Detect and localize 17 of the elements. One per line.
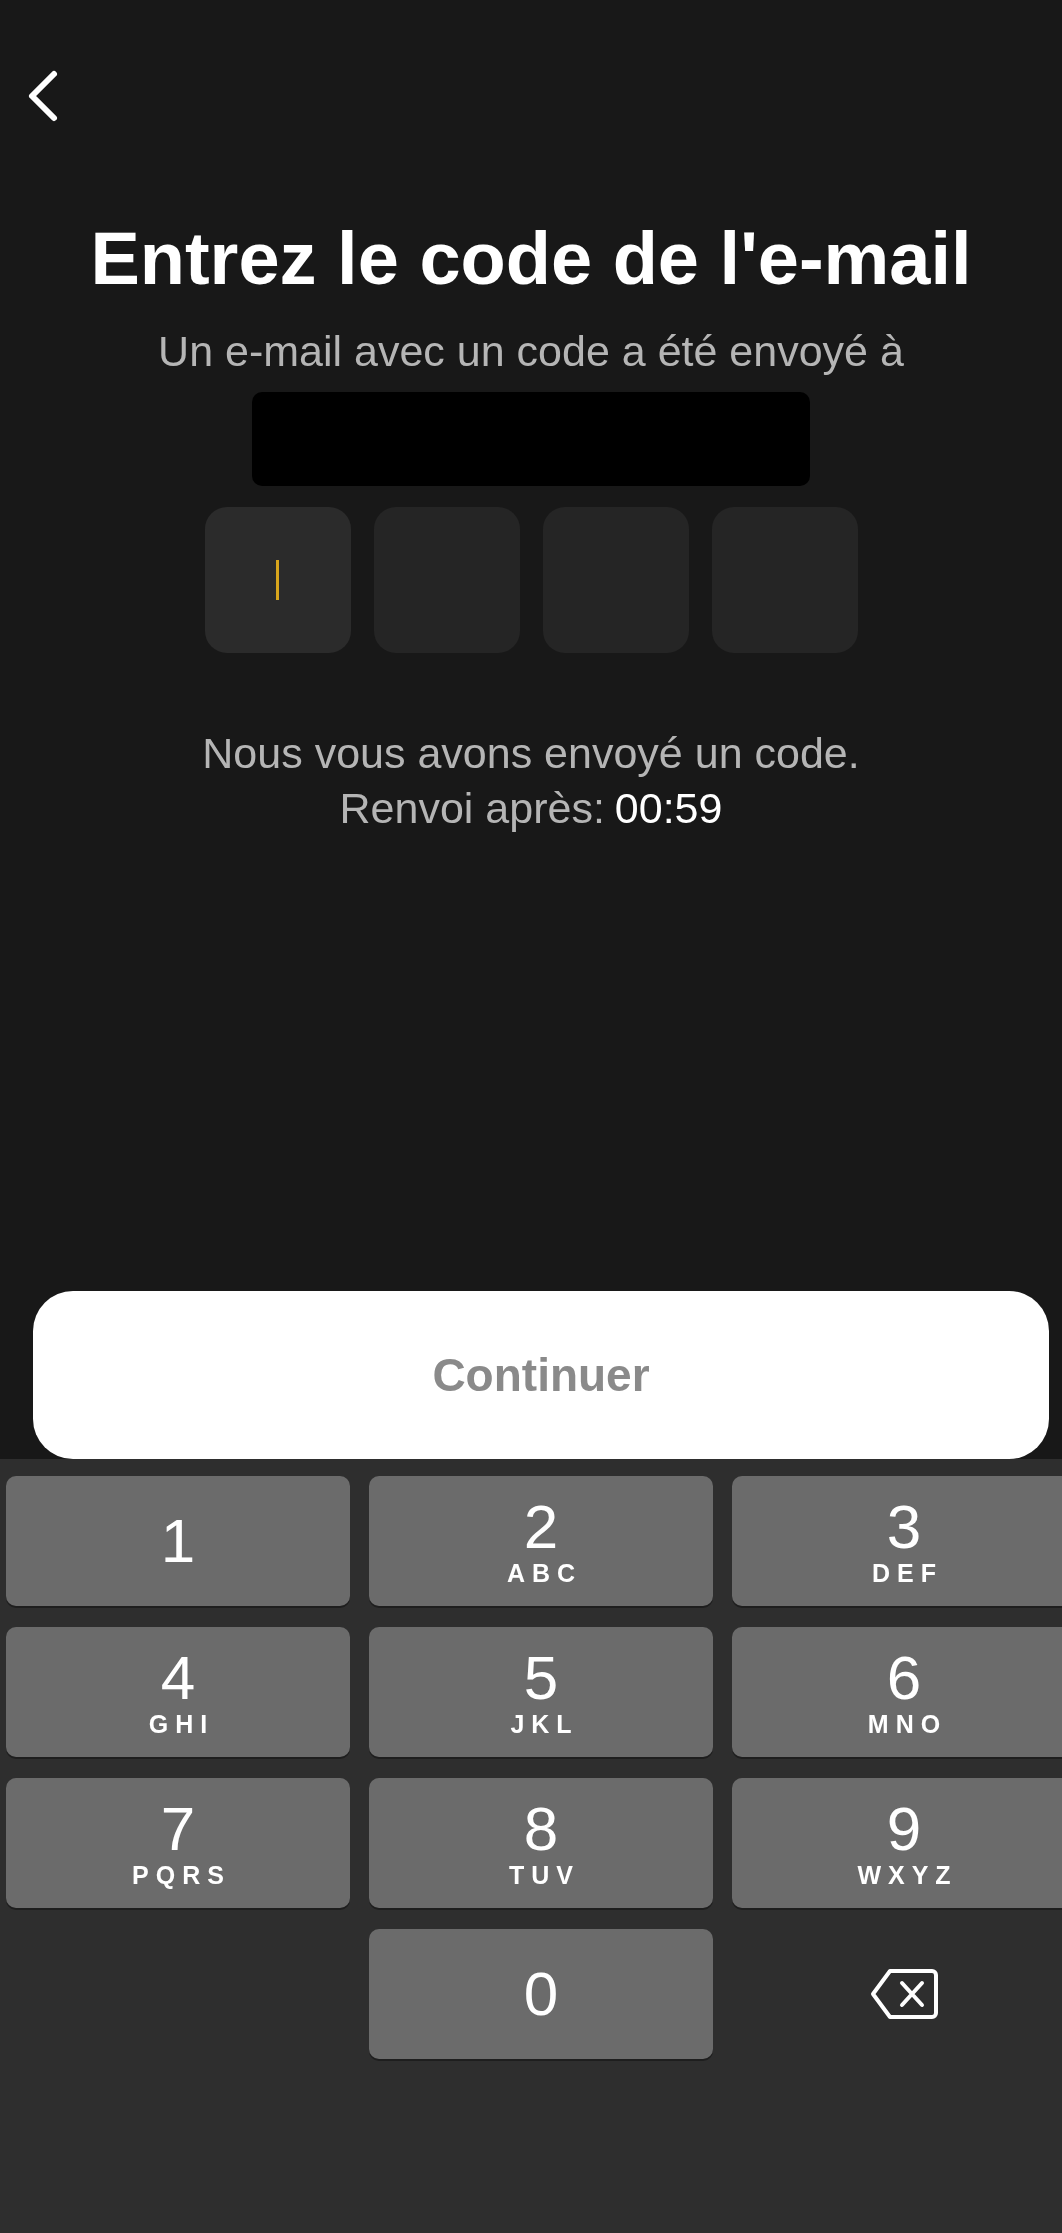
code-field[interactable]: [204, 507, 351, 653]
keypad-key[interactable]: 9 WXYZ: [732, 1778, 1062, 1908]
keypad-key[interactable]: 4 GHI: [6, 1627, 350, 1757]
subtitle: Un e-mail avec un code a été envoyé à: [158, 327, 904, 376]
keypad-key[interactable]: 5 JKL: [369, 1627, 713, 1757]
keypad-key[interactable]: 8 TUV: [369, 1778, 713, 1908]
keypad-key[interactable]: 0: [369, 1929, 713, 2059]
screen-title: Entrez le code de l'e-mail: [90, 216, 972, 301]
info-message: Nous vous avons envoyé un code.: [202, 729, 860, 778]
resend-label: Renvoi après:: [339, 784, 605, 833]
keypad-key[interactable]: 6 MNO: [732, 1627, 1062, 1757]
countdown: 00:59: [614, 784, 723, 833]
keypad-key[interactable]: 7 PQRS: [6, 1778, 350, 1908]
backspace-icon: [870, 1968, 938, 2020]
keypad-key[interactable]: 2 ABC: [369, 1476, 713, 1606]
keypad-key[interactable]: 1: [6, 1476, 350, 1606]
keypad-key[interactable]: 3 DEF: [732, 1476, 1062, 1606]
